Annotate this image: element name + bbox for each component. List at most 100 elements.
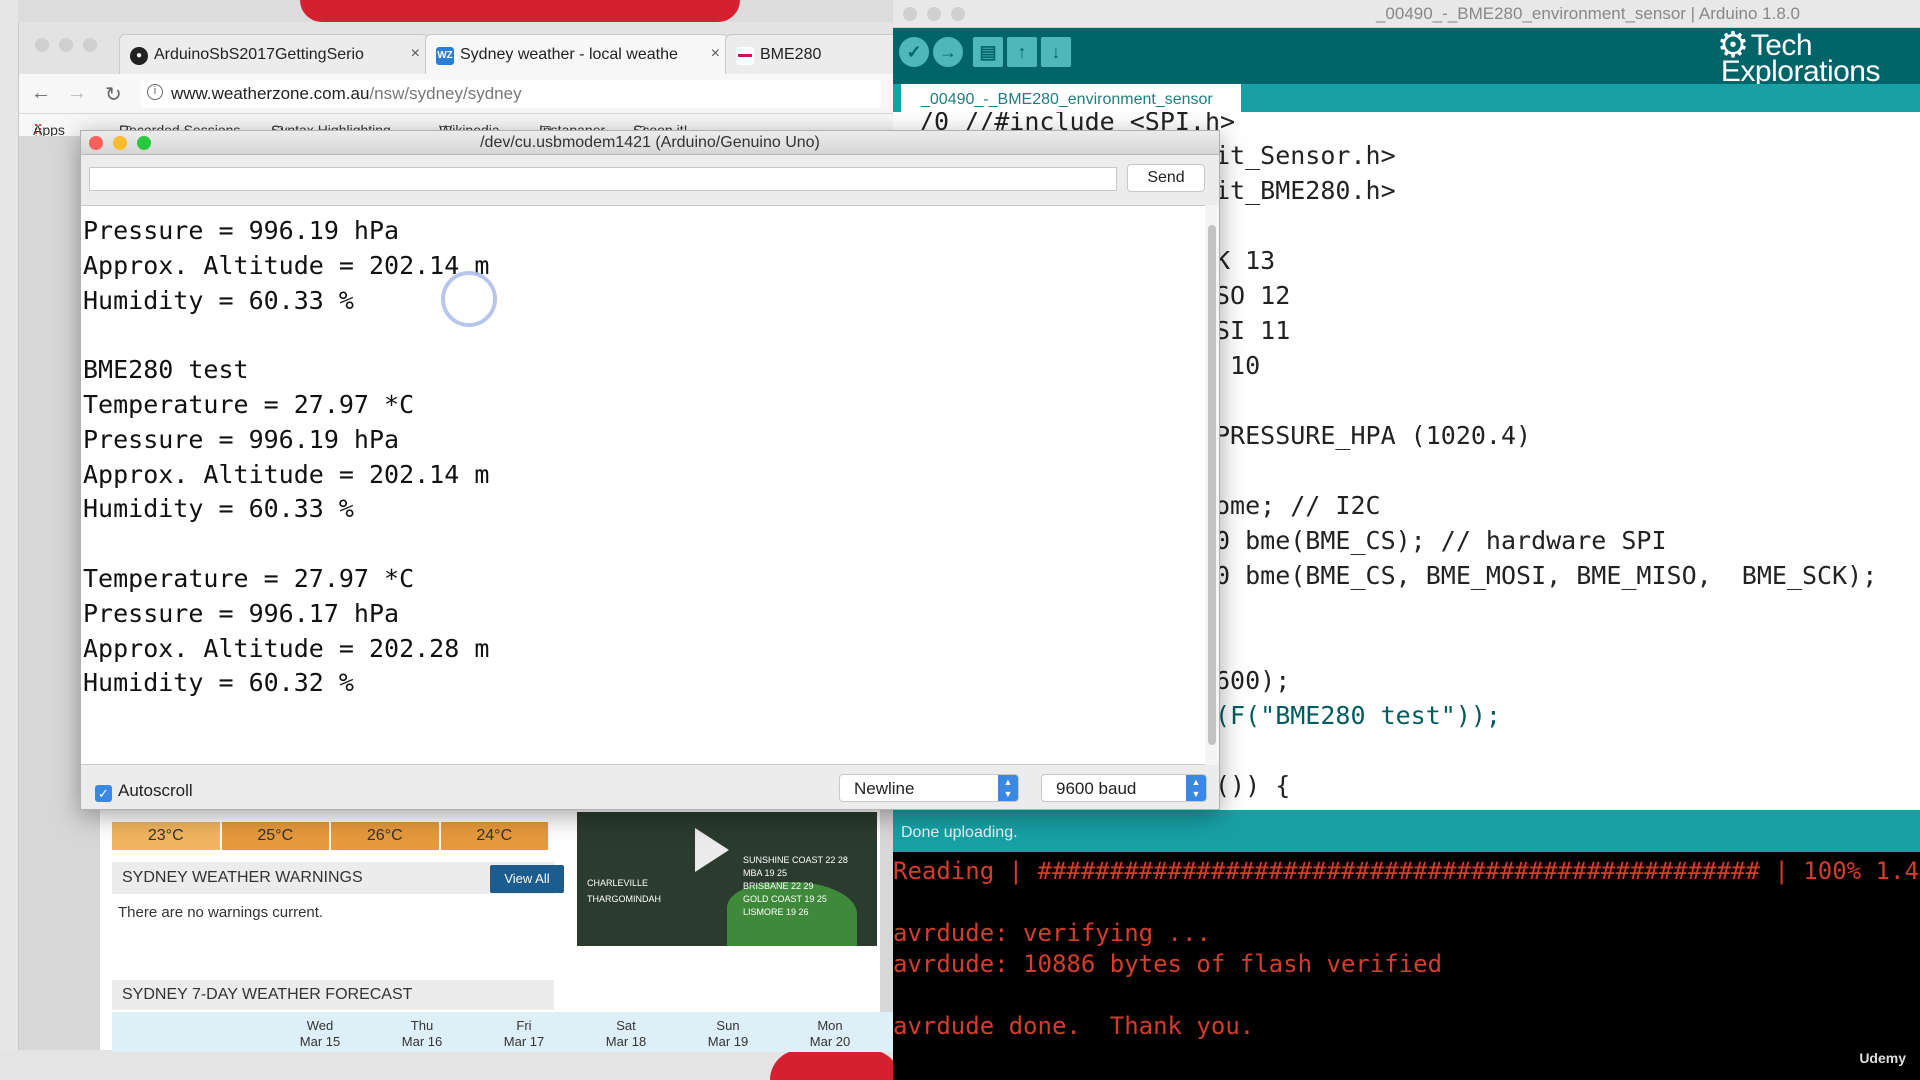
tab-label: ArduinoSbS2017GettingSerio: [154, 46, 364, 63]
code-line: it_BME280.h>: [1215, 176, 1396, 205]
video-legend: SUNSHINE COAST 22 28 MBA 19 25 BRISBANE …: [743, 855, 848, 917]
serial-output[interactable]: Pressure = 996.19 hPa Approx. Altitude =…: [81, 205, 1205, 765]
output-line: Pressure = 996.19 hPa: [83, 216, 400, 245]
ide-zoom-button[interactable]: [951, 7, 965, 21]
forecast-day[interactable]: Mon Mar 20: [790, 1018, 870, 1050]
ide-title-bar: _00490_-_BME280_environment_sensor | Ard…: [893, 0, 1920, 28]
reload-icon[interactable]: ↻: [105, 82, 122, 107]
select-arrows-icon: ▲ ▼: [1186, 775, 1206, 801]
new-sketch-icon[interactable]: ▤: [973, 37, 1003, 67]
output-line: Temperature = 27.97 *C: [83, 389, 415, 419]
temp-cell: 25°C: [221, 822, 329, 850]
sketch-tab[interactable]: _00490_-_BME280_environment_sensor: [901, 84, 1241, 112]
loading-spinner-icon: [441, 271, 497, 327]
serial-input-field[interactable]: [89, 167, 1117, 191]
code-line: ()) {: [1215, 771, 1291, 800]
verify-icon[interactable]: ✓: [899, 37, 929, 67]
code-line: K 13: [1215, 246, 1276, 275]
output-line: Temperature = 27.97 *C: [83, 563, 415, 593]
forecast-day[interactable]: Thu Mar 16: [382, 1018, 462, 1050]
forecast-day[interactable]: Sat Mar 18: [586, 1018, 666, 1050]
code-line: (F("BME280 test"));: [1215, 701, 1501, 730]
ide-console: Reading | ##############################…: [893, 852, 1920, 1080]
code-line: it_Sensor.h>: [1215, 141, 1396, 170]
serial-monitor-title: /dev/cu.usbmodem1421 (Arduino/Genuino Un…: [81, 131, 1219, 155]
code-line: 0 bme(BME_CS); // hardware SPI: [1215, 526, 1667, 555]
output-line: Approx. Altitude = 202.14 m: [83, 250, 490, 280]
zoom-window-button[interactable]: [83, 38, 97, 52]
output-line: Pressure = 996.19 hPa: [83, 424, 400, 454]
github-icon: ●: [130, 47, 148, 65]
close-tab-icon[interactable]: ×: [711, 45, 720, 63]
serial-zoom-button[interactable]: [137, 136, 151, 150]
console-line: Reading | ##############################…: [893, 857, 1920, 885]
serial-scrollbar[interactable]: [1205, 205, 1219, 765]
forecast-heading: SYDNEY 7-DAY WEATHER FORECAST: [112, 980, 554, 1010]
code-line: SI 11: [1215, 316, 1291, 345]
code-line: SO 12: [1215, 281, 1291, 310]
desktop-background: [0, 0, 18, 1080]
desktop-red-shape: [300, 0, 740, 22]
view-all-button[interactable]: View All: [490, 865, 564, 893]
save-sketch-icon[interactable]: ↓: [1041, 37, 1071, 67]
back-arrow-icon[interactable]: ←: [31, 82, 51, 105]
minimize-window-button[interactable]: [59, 38, 73, 52]
code-line: 10: [1215, 351, 1261, 380]
temp-cell: 24°C: [440, 822, 548, 850]
weatherzone-icon: WZ: [436, 47, 454, 65]
url-path: /nsw/sydney/sydney: [369, 84, 522, 103]
baud-rate-select[interactable]: 9600 baud ▲ ▼: [1041, 774, 1207, 802]
code-line: 600);: [1215, 666, 1291, 695]
browser-tab-weatherzone[interactable]: WZ Sydney weather - local weathe ×: [425, 34, 729, 74]
output-line: Humidity = 60.32 %: [83, 668, 354, 698]
browser-tab-bme280[interactable]: BME280: [725, 34, 899, 74]
ide-minimize-button[interactable]: [927, 7, 941, 21]
output-line: Approx. Altitude = 202.28 m: [83, 633, 490, 663]
warnings-heading: SYDNEY WEATHER WARNINGS: [112, 862, 554, 894]
play-icon[interactable]: [695, 828, 729, 872]
tech-explorations-logo: ⚙Tech Explorations: [1716, 24, 1881, 88]
tab-label: Sydney weather - local weathe: [460, 46, 678, 63]
serial-close-button[interactable]: [89, 136, 103, 150]
temperature-strip: 23°C 25°C 26°C 24°C: [112, 822, 550, 850]
tab-label: BME280: [760, 46, 822, 63]
line-ending-select[interactable]: Newline ▲ ▼: [839, 774, 1019, 802]
close-tab-icon[interactable]: ×: [411, 45, 420, 63]
ide-tab-bar: _00490_-_BME280_environment_sensor: [893, 84, 1920, 112]
browser-tab-github[interactable]: ● ArduinoSbS2017GettingSerio ×: [119, 34, 429, 74]
udemy-watermark: Udemy: [1859, 1050, 1906, 1066]
ide-toolbar: ✓ → ▤ ↑ ↓ ⚙Tech Explorations: [893, 24, 1920, 88]
output-line: BME280 test: [83, 355, 249, 385]
temp-cell: 26°C: [331, 822, 439, 850]
weather-video[interactable]: SUNSHINE COAST 22 28 MBA 19 25 BRISBANE …: [577, 812, 877, 946]
video-place-labels: CHARLEVILLE THARGOMINDAH: [587, 878, 661, 904]
output-line: Pressure = 996.17 hPa: [83, 598, 400, 628]
output-line: Approx. Altitude = 202.14 m: [83, 459, 490, 489]
code-line: ome; // I2C: [1215, 491, 1381, 520]
scrollbar-thumb[interactable]: [1208, 225, 1216, 745]
info-icon[interactable]: i: [147, 84, 163, 100]
checkmark-icon: ✓: [95, 785, 112, 802]
autoscroll-checkbox[interactable]: ✓ Autoscroll: [95, 781, 193, 802]
no-warnings-text: There are no warnings current.: [118, 904, 324, 921]
serial-minimize-button[interactable]: [113, 136, 127, 150]
address-bar[interactable]: i www.weatherzone.com.au/nsw/sydney/sydn…: [141, 80, 881, 108]
code-line: PRESSURE_HPA (1020.4): [1215, 421, 1532, 450]
console-line: avrdude: verifying ...: [893, 919, 1211, 947]
adafruit-icon: [736, 47, 754, 65]
forecast-day[interactable]: Wed Mar 15: [280, 1018, 360, 1050]
output-line: Humidity = 60.33 %: [83, 285, 354, 315]
forward-arrow-icon[interactable]: →: [67, 82, 87, 105]
code-line: 0 bme(BME_CS, BME_MOSI, BME_MISO, BME_SC…: [1215, 561, 1878, 590]
serial-monitor-window: /dev/cu.usbmodem1421 (Arduino/Genuino Un…: [80, 130, 1220, 810]
forecast-day[interactable]: Fri Mar 17: [484, 1018, 564, 1050]
send-button[interactable]: Send: [1127, 164, 1205, 192]
ide-status-bar: Done uploading.: [893, 810, 1920, 852]
close-window-button[interactable]: [35, 38, 49, 52]
upload-icon[interactable]: →: [933, 37, 963, 67]
forecast-day[interactable]: Sun Mar 19: [688, 1018, 768, 1050]
ide-close-button[interactable]: [903, 7, 917, 21]
open-sketch-icon[interactable]: ↑: [1007, 37, 1037, 67]
